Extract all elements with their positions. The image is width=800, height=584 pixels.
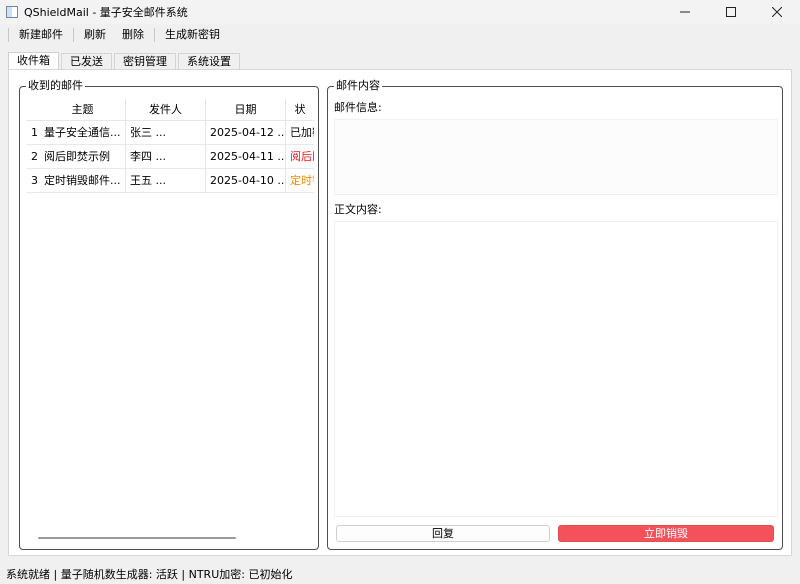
mail-date: 2025-04-10 ... [206,169,286,193]
tab-pane-inbox: 收到的邮件 主题 发件人 日期 状 1 量子安全通信... 张三 ... 202… [8,69,792,556]
mail-content-title: 邮件内容 [334,79,382,93]
column-header-date[interactable]: 日期 [206,99,286,121]
mail-info-label: 邮件信息: [334,101,382,114]
table-header: 主题 发件人 日期 状 [26,99,314,121]
column-header-status[interactable]: 状 [286,99,314,121]
mail-body-label: 正文内容: [334,203,382,216]
refresh-button[interactable]: 刷新 [76,26,114,44]
mail-subject: 定时销毁邮件... [40,169,126,193]
destroy-now-button[interactable]: 立即销毁 [558,525,774,542]
tab-sent[interactable]: 已发送 [61,53,112,70]
toolbar-separator [73,27,74,42]
generate-key-button[interactable]: 生成新密钥 [157,26,228,44]
mail-subject: 阅后即焚示例 [40,145,126,169]
mail-status: 已加密 [290,126,314,139]
horizontal-scrollbar[interactable] [38,537,236,539]
tab-key-management[interactable]: 密钥管理 [114,53,176,70]
table-row[interactable]: 2 阅后即焚示例 李四 ... 2025-04-11 ... 阅后即焚 [26,145,314,169]
mail-sender: 王五 ... [126,169,206,193]
row-number: 1 [31,126,38,139]
mail-sender: 张三 ... [126,121,206,145]
mail-table: 主题 发件人 日期 状 1 量子安全通信... 张三 ... 2025-04-1… [26,99,314,193]
maximize-icon[interactable] [708,0,754,24]
row-number: 3 [31,174,38,187]
row-number-header [26,99,40,121]
window-title: QShieldMail - 量子安全邮件系统 [24,6,188,19]
column-header-sender[interactable]: 发件人 [126,99,206,121]
tab-inbox[interactable]: 收件箱 [8,52,59,70]
reply-button[interactable]: 回复 [336,525,550,542]
mail-status: 阅后即焚 [290,150,314,163]
title-bar: QShieldMail - 量子安全邮件系统 [0,0,800,24]
tab-settings[interactable]: 系统设置 [178,53,240,70]
column-header-subject[interactable]: 主题 [40,99,126,121]
toolbar-grip [8,27,9,42]
received-mail-title: 收到的邮件 [26,79,85,93]
window-controls [662,0,800,24]
mail-status: 定时销毁 [290,174,314,187]
received-mail-group: 收到的邮件 主题 发件人 日期 状 1 量子安全通信... 张三 ... 202… [19,79,319,550]
mail-content-group: 邮件内容 邮件信息: 正文内容: 回复 立即销毁 [327,79,783,550]
app-icon [6,6,18,18]
minimize-icon[interactable] [662,0,708,24]
new-mail-button[interactable]: 新建邮件 [11,26,71,44]
toolbar-separator [154,27,155,42]
table-row[interactable]: 3 定时销毁邮件... 王五 ... 2025-04-10 ... 定时销毁 [26,169,314,193]
close-icon[interactable] [754,0,800,24]
mail-subject: 量子安全通信... [40,121,126,145]
delete-button[interactable]: 删除 [114,26,152,44]
row-number: 2 [31,150,38,163]
mail-date: 2025-04-12 ... [206,121,286,145]
table-row[interactable]: 1 量子安全通信... 张三 ... 2025-04-12 ... 已加密 [26,121,314,145]
toolbar: 新建邮件 刷新 删除 生成新密钥 [0,24,800,45]
mail-sender: 李四 ... [126,145,206,169]
mail-body-box[interactable] [334,221,778,517]
mail-info-box[interactable] [334,119,778,195]
mail-date: 2025-04-11 ... [206,145,286,169]
status-bar: 系统就绪 | 量子随机数生成器: 活跃 | NTRU加密: 已初始化 [0,566,800,584]
tab-bar: 收件箱 已发送 密钥管理 系统设置 [8,52,242,70]
